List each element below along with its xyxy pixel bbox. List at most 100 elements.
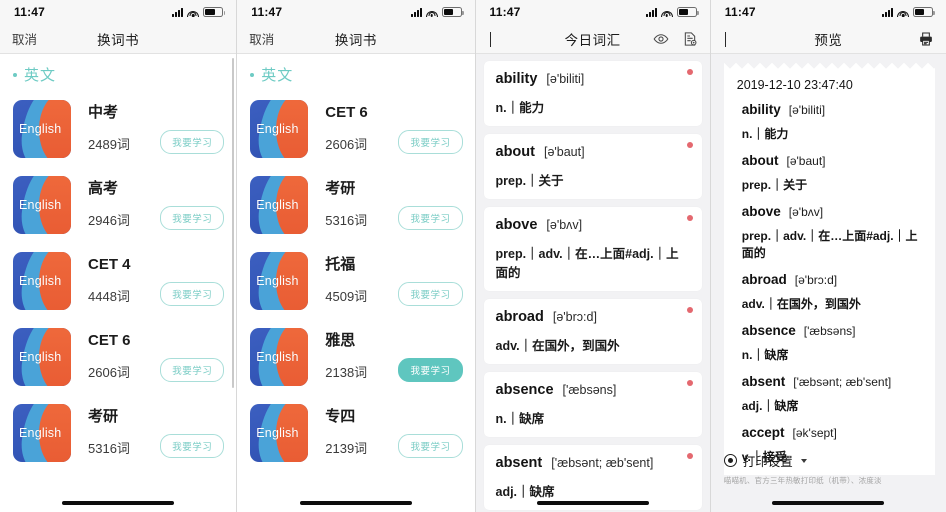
word-definition: adv.｜在国外，到国外 (495, 339, 620, 353)
word-phonetic: ['æbsəns] (562, 383, 617, 397)
book-cover-label: English (19, 122, 62, 136)
word-phonetic: [ə'brɔ:d] (794, 273, 838, 287)
preview-paper: 2019-12-10 23:47:40 ability [ə'biliti] n.… (723, 63, 935, 475)
status-time: 11:47 (251, 5, 283, 19)
word-phonetic: ['æbsənt; æb'sent] (551, 456, 654, 470)
nav-actions (918, 31, 934, 47)
book-meta: 考研 5316词 (71, 409, 160, 457)
study-button[interactable]: 我要学习 (398, 434, 463, 458)
eye-icon[interactable] (653, 31, 669, 47)
list-item[interactable]: absence ['æbsəns] n.｜缺席 (483, 372, 702, 437)
list-item[interactable]: above [ə'bʌv] prep.｜adv.｜在…上面#adj.｜上面的 (483, 207, 702, 291)
book-cover-label: English (19, 426, 62, 440)
back-button[interactable] (488, 31, 491, 47)
study-button[interactable]: 我要学习 (160, 130, 225, 154)
word-header: above [ə'bʌv] (496, 217, 691, 233)
bullet-icon (13, 72, 17, 77)
list-item[interactable]: English CET 6 2606词 我要学习 (0, 319, 236, 395)
book-title: 中考 (88, 104, 119, 122)
word-definition: n.｜能力 (741, 127, 789, 141)
status-badge (686, 69, 693, 75)
wifi-icon (660, 8, 673, 17)
status-badge (686, 215, 693, 221)
list-item[interactable]: English CET 6 2606词 我要学习 (237, 91, 474, 167)
list-item[interactable]: ability [ə'biliti] n.｜能力 (483, 61, 702, 126)
chevron-down-icon (800, 458, 807, 463)
book-cover-icon: English (13, 176, 71, 234)
study-button-selected[interactable]: 我要学习 (398, 358, 463, 382)
study-button[interactable]: 我要学习 (160, 434, 225, 458)
battery-icon (676, 7, 699, 17)
study-button[interactable]: 我要学习 (160, 206, 225, 230)
list-item[interactable]: about [ə'baut] prep.｜关于 (483, 134, 702, 199)
wifi-icon (425, 8, 438, 17)
panel-change-wordbook-2: 11:47 取消 换词书 英文 English CET 6 2606词 我要学习… (237, 0, 475, 512)
book-title: 托福 (325, 256, 356, 274)
print-settings-section: 打印设置 喵喵机、官方三年热敏打印纸（机带）、浓度淡 (711, 451, 946, 486)
list-item[interactable]: English CET 4 4448词 我要学习 (0, 243, 236, 319)
section-header-english: 英文 (237, 54, 474, 91)
section-label: 英文 (261, 67, 294, 84)
word-card-list: ability [ə'biliti] n.｜能力 about [ə'baut] … (476, 54, 710, 512)
print-settings-button[interactable]: 打印设置 (723, 451, 933, 470)
back-button[interactable] (723, 31, 726, 47)
list-item[interactable]: English 雅思 2138词 我要学习 (237, 319, 474, 395)
status-indicators (645, 7, 699, 17)
study-button[interactable]: 我要学习 (160, 358, 225, 382)
word-text: absent (741, 374, 786, 389)
word-phonetic: [ək'sept] (792, 426, 837, 440)
book-cover-icon: English (250, 404, 309, 462)
home-indicator (772, 501, 885, 505)
document-settings-icon[interactable] (682, 31, 698, 47)
list-item[interactable]: English 考研 5316词 我要学习 (0, 395, 236, 471)
printer-icon[interactable] (918, 31, 934, 47)
status-badge (686, 142, 693, 148)
battery-icon (203, 7, 226, 17)
study-button[interactable]: 我要学习 (160, 282, 225, 306)
list-item[interactable]: abroad [ə'brɔ:d] adv.｜在国外，到国外 (483, 299, 702, 364)
book-title: CET 4 (88, 256, 131, 274)
cancel-button[interactable]: 取消 (249, 29, 274, 48)
word-header: abroad [ə'brɔ:d] (496, 309, 691, 325)
word-phonetic: [ə'brɔ:d] (552, 310, 597, 324)
word-definition: n.｜缺席 (741, 348, 789, 362)
list-item[interactable]: English 专四 2139词 我要学习 (237, 395, 474, 471)
study-button[interactable]: 我要学习 (398, 130, 463, 154)
wifi-icon (897, 8, 909, 17)
list-item[interactable]: English 高考 2946词 我要学习 (0, 167, 236, 243)
scrollbar[interactable] (232, 58, 235, 388)
word-text: ability (495, 71, 538, 87)
book-word-count: 4448词 (88, 288, 130, 304)
book-title: 考研 (325, 180, 356, 198)
book-cover-icon: English (250, 100, 309, 158)
nav-actions (653, 31, 698, 47)
wordbook-list: English 中考 2489词 我要学习 English 高考 2946词 我… (0, 91, 236, 471)
cellular-signal-icon (410, 7, 422, 17)
book-meta: 考研 5316词 (308, 181, 398, 229)
cancel-button[interactable]: 取消 (12, 29, 37, 48)
word-text: about (495, 144, 535, 160)
word-phonetic: ['æbsənt; æb'sent] (793, 375, 892, 389)
book-word-count: 2489词 (88, 136, 130, 152)
book-word-count: 2138词 (325, 364, 368, 380)
page-title: 预览 (814, 32, 843, 48)
book-cover-label: English (19, 274, 62, 288)
study-button[interactable]: 我要学习 (398, 282, 463, 306)
word-definition: adv.｜在国外，到国外 (741, 297, 861, 311)
status-badge (686, 453, 693, 459)
word-header: about [ə'baut] (496, 144, 691, 160)
book-cover-label: English (256, 274, 299, 288)
word-text: abroad (741, 272, 787, 287)
radio-dot-icon (723, 454, 737, 467)
list-item[interactable]: English 考研 5316词 我要学习 (237, 167, 474, 243)
list-item[interactable]: English 中考 2489词 我要学习 (0, 91, 236, 167)
preview-entry: abroad [ə'brɔ:d] adv.｜在国外，到国外 (736, 272, 923, 312)
study-button[interactable]: 我要学习 (398, 206, 463, 230)
list-item[interactable]: English 托福 4509词 我要学习 (237, 243, 474, 319)
status-time: 11:47 (724, 5, 756, 19)
word-phonetic: [ə'bʌv] (788, 205, 824, 219)
nav-bar: 取消 换词书 (0, 24, 237, 54)
chevron-left-icon (489, 31, 491, 47)
book-cover-icon: English (13, 404, 71, 462)
bullet-icon (250, 72, 255, 77)
